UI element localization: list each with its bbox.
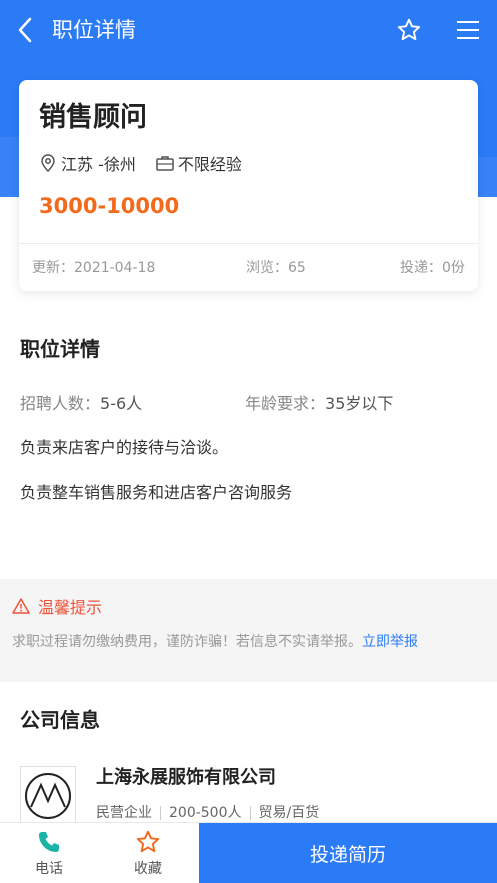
job-title: 销售顾问 [39,102,147,133]
star-outline-icon [397,18,421,41]
headcount-label: 招聘人数： [20,394,101,413]
tip-text: 求职过程请勿缴纳费用，谨防诈骗！若信息不实请举报。 [12,634,362,650]
star-outline-icon [135,829,161,855]
briefcase-icon [156,154,174,172]
age-value: 35岁以下 [325,394,394,413]
phone-icon [36,829,62,855]
job-meta-row: 江苏 -徐州 不限经验 [39,152,242,174]
tip-text-row: 求职过程请勿缴纳费用，谨防诈骗！若信息不实请举报。立即举报 [12,632,418,652]
job-location: 江苏 -徐州 [61,155,136,174]
phone-label: 电话 [35,861,63,877]
job-details-heading: 职位详情 [20,337,100,361]
apply-resume-button[interactable]: 投递简历 [199,823,497,883]
favorite-button[interactable] [394,14,424,46]
menu-button[interactable] [453,14,483,46]
age-label: 年龄要求： [245,394,326,413]
tag-divider [249,806,251,820]
company-industry: 贸易/百货 [258,805,320,821]
location-pin-icon [39,154,57,172]
company-size: 200-500人 [169,805,242,821]
card-divider [19,243,478,244]
warning-triangle-icon [12,598,30,614]
bottom-action-bar: 电话 收藏 投递简历 [0,822,497,883]
view-count: 浏览：65 [246,260,306,276]
top-nav-bar: 职位详情 [0,0,497,60]
warning-tip-block: 温馨提示 求职过程请勿缴纳费用，谨防诈骗！若信息不实请举报。立即举报 [0,579,497,682]
page-title: 职位详情 [52,18,136,42]
company-name[interactable]: 上海永展服饰有限公司 [96,765,276,791]
headcount-requirement: 招聘人数：5-6人 [20,393,142,415]
favorite-label: 收藏 [134,861,162,877]
age-requirement: 年龄要求：35岁以下 [245,393,393,415]
job-description-line: 负责来店客户的接待与洽谈。 [20,438,229,457]
job-salary: 3000-10000 [39,194,180,218]
tag-divider [160,806,161,820]
company-logo-icon [25,773,71,819]
back-button[interactable] [10,14,40,46]
report-link[interactable]: 立即举报 [362,634,418,650]
company-tags: 民营企业 200-500人 贸易/百货 [96,802,319,824]
favorite-bottom-button[interactable]: 收藏 [99,823,197,883]
company-info-heading: 公司信息 [20,708,100,732]
company-type: 民营企业 [96,805,152,821]
phone-button[interactable]: 电话 [0,823,98,883]
job-summary-card: 销售顾问 江苏 -徐州 不限经验 3000-10000 更新：2021-04-1… [19,80,478,291]
hamburger-menu-icon [457,21,479,39]
application-count: 投递：0份 [400,260,465,276]
company-logo[interactable] [20,766,76,826]
tip-header: 温馨提示 [12,595,102,617]
tip-title: 温馨提示 [38,598,103,617]
headcount-value: 5-6人 [100,394,143,413]
job-experience: 不限经验 [177,155,242,174]
job-description-line: 负责整车销售服务和进店客户咨询服务 [20,483,293,502]
chevron-left-icon [18,17,32,43]
updated-date: 更新：2021-04-18 [32,260,156,276]
